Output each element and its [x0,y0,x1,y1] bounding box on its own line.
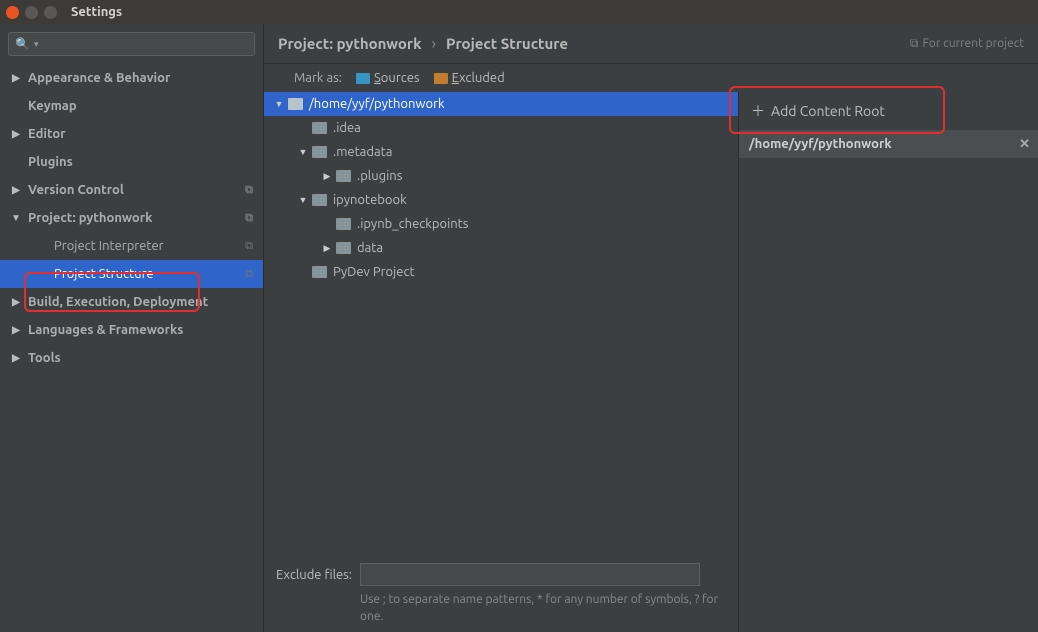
sidebar-item-build-execution-deployment[interactable]: ▶ Build, Execution, Deployment [0,288,263,316]
sidebar-item-project-pythonwork[interactable]: ▼ Project: pythonwork ⧉ [0,204,263,232]
excluded-folder-icon [434,73,448,84]
copy-icon: ⧉ [245,240,253,253]
folder-icon [312,122,327,134]
breadcrumb: Project: pythonwork › Project Structure … [264,24,1038,64]
sidebar-item-languages-frameworks[interactable]: ▶ Languages & Frameworks [0,316,263,344]
dir-label: .idea [333,121,361,135]
exclude-files-hint: Use ; to separate name patterns, * for a… [264,592,738,632]
search-input[interactable] [38,38,248,51]
sidebar-item-label: Build, Execution, Deployment [28,295,208,309]
folder-icon [336,218,351,230]
dir-row[interactable]: ▼ .metadata [264,140,738,164]
folder-icon [336,242,351,254]
window-title: Settings [71,5,122,19]
dir-row[interactable]: ▶.idea [264,116,738,140]
exclude-files-row: Exclude files: [264,557,738,592]
search-box[interactable]: 🔍 ▾ [8,32,255,56]
sidebar-item-label: Languages & Frameworks [28,323,183,337]
settings-tree: ▶Appearance & Behavior▶Keymap▶Editor▶Plu… [0,64,263,632]
sidebar-item-label: Editor [28,127,66,141]
copy-icon: ⧉ [245,268,253,281]
chevron-right-icon: ▶ [10,352,22,364]
folder-icon [288,98,303,110]
dir-label: .ipynb_checkpoints [357,217,468,231]
breadcrumb-structure: Project Structure [446,35,568,52]
sidebar-item-label: Appearance & Behavior [28,71,170,85]
dir-row[interactable]: ▶.ipynb_checkpoints [264,212,738,236]
directory-panel: ▼/home/yyf/pythonwork▶.idea▼.metadata▶.p… [264,92,738,632]
window-minimize-icon[interactable] [25,6,38,19]
sidebar-item-label: Tools [28,351,61,365]
chevron-right-icon: ▶ [322,171,332,182]
directory-tree: ▼/home/yyf/pythonwork▶.idea▼.metadata▶.p… [264,92,738,557]
chevron-down-icon: ▼ [298,195,308,205]
search-icon: 🔍 [15,37,30,51]
dir-label: PyDev Project [333,265,415,279]
chevron-down-icon: ▼ [298,147,308,157]
dir-row[interactable]: ▼ /home/yyf/pythonwork [264,92,738,116]
dir-label: .metadata [333,145,392,159]
sidebar-item-label: Project: pythonwork [28,211,152,225]
mark-excluded-button[interactable]: Excluded [434,71,505,85]
chevron-right-icon: ▶ [10,296,22,308]
chevron-right-icon: ▶ [10,72,22,84]
dir-row[interactable]: ▼ ipynotebook [264,188,738,212]
sidebar-item-label: Project Interpreter [54,239,164,253]
mark-as-label: Mark as: [294,71,342,85]
window-close-icon[interactable] [6,6,19,19]
window-titlebar: Settings [0,0,1038,24]
settings-sidebar: 🔍 ▾ ▶Appearance & Behavior▶Keymap▶Editor… [0,24,264,632]
dir-row[interactable]: ▶ data [264,236,738,260]
breadcrumb-separator-icon: › [432,35,437,53]
dir-label: ipynotebook [333,193,407,207]
folder-icon [312,266,327,278]
copy-icon: ⧉ [245,184,253,197]
window-maximize-icon[interactable] [44,6,57,19]
sidebar-item-label: Project Structure [54,267,154,281]
mark-as-bar: Mark as: Sources Excluded [264,64,1038,92]
sidebar-item-version-control[interactable]: ▶ Version Control ⧉ [0,176,263,204]
chevron-right-icon: ▶ [10,128,22,140]
sidebar-item-label: Keymap [28,99,77,113]
chevron-right-icon: ▶ [10,184,22,196]
remove-root-icon[interactable]: ✕ [1019,137,1030,152]
dir-row[interactable]: ▶ .plugins [264,164,738,188]
dir-row[interactable]: ▶PyDev Project [264,260,738,284]
content-root-panel: ＋ Add Content Root /home/yyf/pythonwork … [738,92,1038,632]
dir-label: .plugins [357,169,402,183]
chevron-right-icon: ▶ [322,243,332,254]
sidebar-item-label: Version Control [28,183,124,197]
folder-icon [312,194,327,206]
copy-icon: ⧉ [910,37,919,51]
copy-icon: ⧉ [245,212,253,225]
folder-icon [336,170,351,182]
add-content-root-button[interactable]: ＋ Add Content Root [739,92,1038,130]
sidebar-item-label: Plugins [28,155,73,169]
dir-label: data [357,241,383,255]
scope-tag: ⧉ For current project [910,37,1024,51]
folder-icon [312,146,327,158]
dir-label: /home/yyf/pythonwork [309,97,445,111]
sidebar-item-keymap[interactable]: ▶Keymap [0,92,263,120]
chevron-down-icon: ▼ [274,99,284,109]
content-root-path: /home/yyf/pythonwork [749,137,892,151]
plus-icon: ＋ [751,101,765,121]
chevron-down-icon: ▼ [10,212,22,224]
sidebar-item-project-structure[interactable]: ▶Project Structure⧉ [0,260,263,288]
sidebar-item-tools[interactable]: ▶ Tools [0,344,263,372]
mark-sources-button[interactable]: Sources [356,71,420,85]
sources-folder-icon [356,73,370,84]
sidebar-item-editor[interactable]: ▶ Editor [0,120,263,148]
exclude-files-label: Exclude files: [276,568,352,582]
content-root-item[interactable]: /home/yyf/pythonwork ✕ [739,130,1038,158]
chevron-right-icon: ▶ [10,324,22,336]
settings-content: Project: pythonwork › Project Structure … [264,24,1038,632]
sidebar-item-appearance-behavior[interactable]: ▶ Appearance & Behavior [0,64,263,92]
sidebar-item-plugins[interactable]: ▶Plugins [0,148,263,176]
exclude-files-input[interactable] [360,563,700,586]
sidebar-item-project-interpreter[interactable]: ▶Project Interpreter⧉ [0,232,263,260]
breadcrumb-project[interactable]: Project: pythonwork [278,35,422,52]
